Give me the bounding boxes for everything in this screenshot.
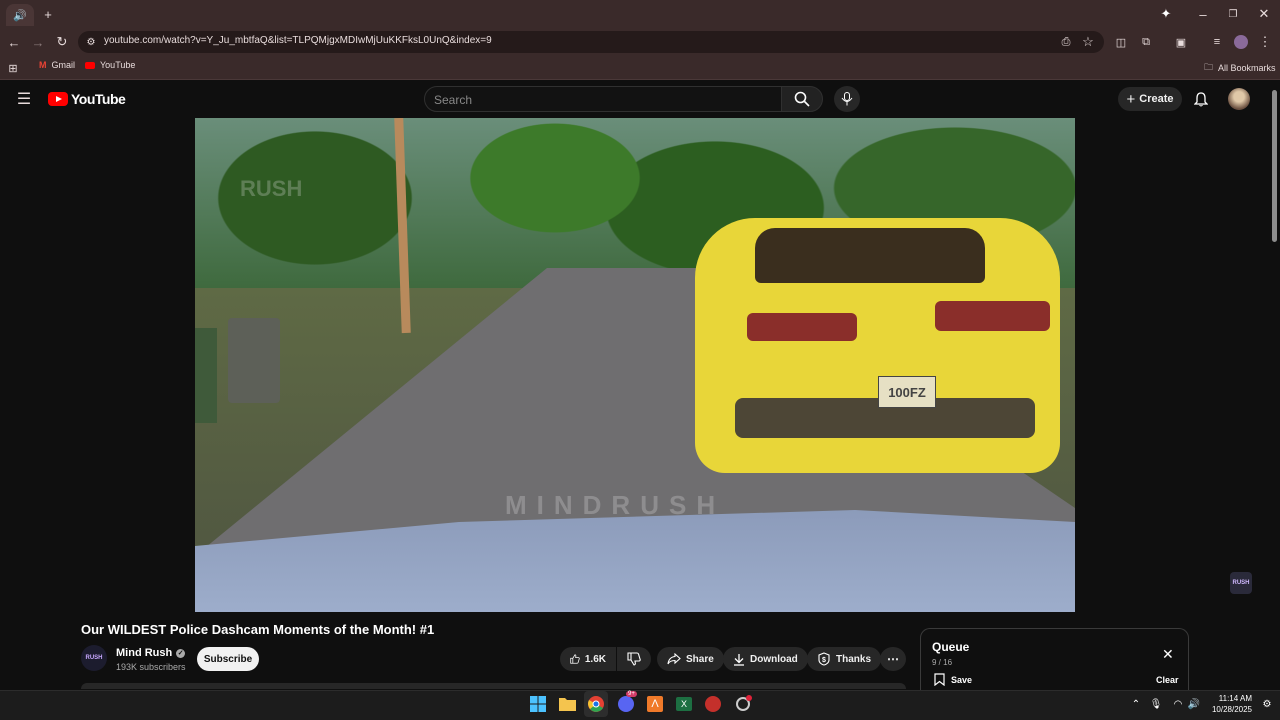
chrome-icon[interactable] [586,694,606,714]
subscriber-count: 193K subscribers [116,662,186,672]
extension-icon[interactable]: ◫ [1110,31,1132,53]
gmail-icon: M [39,60,47,70]
youtube-play-icon [48,92,68,106]
thumbs-up-icon [570,654,580,664]
side-panel-icon[interactable]: ▣ [1170,31,1192,53]
like-button[interactable]: 1.6K [560,647,616,671]
dislike-button[interactable] [617,647,651,671]
queue-position: 9 / 16 [932,658,953,667]
forward-button[interactable]: → [27,31,49,53]
create-button[interactable]: + Create [1118,87,1182,111]
install-app-icon[interactable]: ⎙ [1055,31,1077,53]
thanks-icon: $ [818,652,830,666]
apps-grid-icon[interactable]: ⊞ [2,57,24,79]
car-taillight-right [935,301,1050,331]
more-actions-button[interactable]: ⋯ [880,647,906,671]
back-button[interactable]: ← [3,31,25,53]
file-explorer-icon[interactable] [557,694,577,714]
video-watermark: MINDRUSH [505,490,726,520]
page-scrollbar[interactable] [1272,90,1277,242]
site-info-icon[interactable]: ⚙ [80,31,102,53]
car-rear-window [755,228,985,283]
bookmark-youtube[interactable]: YouTube [85,60,135,70]
search-input[interactable] [424,86,782,112]
app-icon-orange[interactable]: Λ [645,694,665,714]
plus-icon: + [1126,90,1136,108]
video-title: Our WILDEST Police Dashcam Moments of th… [81,622,435,637]
notifications-bell-icon[interactable] [1190,88,1212,110]
description-box[interactable] [81,683,906,689]
trash-bin-gray [228,318,280,403]
browser-tab-youtube[interactable]: 🔊 [6,4,34,26]
new-tab-button[interactable]: + [37,3,59,25]
queue-clear-button[interactable]: Clear [1156,675,1179,685]
search-icon [794,91,810,107]
notification-center-icon[interactable]: ⚙ [1257,694,1277,714]
thanks-button[interactable]: $ Thanks [807,647,882,671]
thumbs-down-icon [627,652,641,666]
profile-avatar[interactable] [1230,31,1252,53]
video-player[interactable]: 100FZ MINDRUSH RUSH [195,118,1075,612]
all-bookmarks[interactable]: 🗀 All Bookmarks [1204,60,1276,76]
channel-name[interactable]: Mind Rush ✓ [116,647,186,659]
system-clock[interactable]: 11:14 AM 10/28/2025 [1206,693,1252,715]
windows-start-icon[interactable] [528,694,548,714]
excel-icon[interactable]: X [674,694,694,714]
search-placeholder: Search [434,93,473,107]
maximize-button[interactable]: ❐ [1222,3,1244,25]
microphone-icon [841,92,853,106]
notification-badge: 9+ [626,691,637,697]
bookmark-gmail[interactable]: M Gmail [39,60,75,70]
volume-icon[interactable]: 🔊 [1184,694,1204,714]
car-taillight-left [747,313,857,341]
queue-save-button[interactable]: Save [934,673,972,686]
discord-icon[interactable]: 9+ [616,691,637,714]
bookmarks-bar [0,56,1280,80]
folder-icon: 🗀 [1204,62,1214,72]
channel-watermark-logo[interactable]: RUSH [1230,572,1252,594]
trash-bin-green [195,328,217,423]
download-icon [734,653,744,666]
gemini-icon[interactable]: ✦ [1155,3,1177,25]
close-icon[interactable]: ✕ [1162,646,1174,663]
media-controls-icon[interactable]: ≡ [1206,31,1228,53]
voice-search-button[interactable] [834,86,860,112]
queue-title: Queue [932,640,970,654]
more-horizontal-icon: ⋯ [887,652,899,666]
windows-taskbar [0,690,1280,720]
download-button[interactable]: Download [723,647,808,671]
audio-playing-icon: 🔊 [13,9,27,22]
microphone-tray-icon[interactable]: 🎙 [1146,694,1166,714]
extensions-puzzle-icon[interactable]: ⧉ [1135,31,1157,53]
hamburger-menu-icon[interactable]: ☰ [13,88,35,110]
youtube-icon [85,61,95,69]
chrome-menu-icon[interactable]: ⋮ [1254,31,1276,53]
video-corner-watermark: RUSH [240,176,303,201]
youtube-app-icon[interactable] [703,694,723,714]
svg-text:$: $ [822,657,826,664]
bookmark-icon [934,673,945,686]
chevron-up-icon[interactable]: ⌃ [1126,694,1146,714]
channel-avatar[interactable]: RUSH [81,645,107,671]
share-button[interactable]: Share [657,647,724,671]
youtube-logo[interactable]: YouTube [48,91,126,107]
app-icon-circle[interactable] [733,694,753,714]
share-icon [667,653,681,665]
subscribe-button[interactable]: Subscribe [197,647,259,671]
license-plate: 100FZ [878,376,936,408]
url-text: youtube.com/watch?v=Y_Ju_mbtfaQ&list=TLP… [104,35,492,46]
account-avatar[interactable] [1228,88,1250,110]
minimize-button[interactable]: – [1192,3,1214,25]
search-button[interactable] [781,86,823,112]
verified-badge-icon: ✓ [176,648,186,658]
bookmark-star-icon[interactable]: ☆ [1077,31,1099,53]
status-dot [746,695,752,701]
reload-button[interactable]: ↻ [51,31,73,53]
close-window-button[interactable]: ✕ [1253,3,1275,25]
browser-tab-strip [0,0,1280,28]
